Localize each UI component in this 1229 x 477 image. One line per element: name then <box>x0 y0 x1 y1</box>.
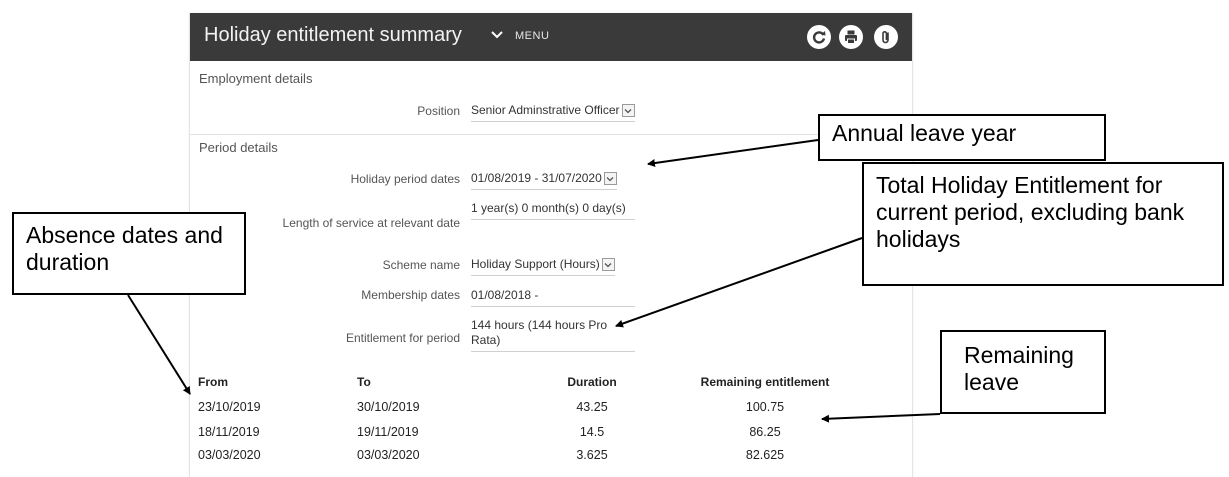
chevron-down-icon[interactable] <box>488 26 506 44</box>
column-header-remaining: Remaining entitlement <box>700 375 830 389</box>
table-cell-remaining: 82.625 <box>745 448 785 462</box>
membership-value: 01/08/2018 - <box>471 288 635 307</box>
column-header-from: From <box>198 375 228 389</box>
remaining-leave-callout: Remaining leave <box>940 330 1106 414</box>
holiday-dates-value: 01/08/2019 - 31/07/2020 <box>471 171 602 185</box>
service-value: 1 year(s) 0 month(s) 0 day(s) <box>471 201 635 220</box>
chevron-down-icon <box>606 176 614 181</box>
absence-arrow <box>127 294 191 395</box>
print-button[interactable] <box>839 25 863 49</box>
table-cell-duration: 14.5 <box>579 425 605 439</box>
position-select[interactable]: Senior Adminstrative Officer <box>471 103 635 122</box>
table-cell-remaining: 100.75 <box>745 400 785 414</box>
position-label: Position <box>417 104 460 118</box>
chevron-down-icon <box>604 262 612 267</box>
holiday-dates-dropdown-button[interactable] <box>603 172 617 185</box>
table-cell-remaining: 86.25 <box>749 425 781 439</box>
table-cell-from: 18/11/2019 <box>198 425 260 439</box>
table-cell-from: 23/10/2019 <box>198 400 261 414</box>
position-value: Senior Adminstrative Officer <box>471 103 620 117</box>
service-label: Length of service at relevant date <box>282 216 460 230</box>
entitlement-value: 144 hours (144 hours Pro Rata) <box>471 318 635 352</box>
absence-callout: Absence dates and duration <box>12 212 246 295</box>
chevron-down-icon <box>624 108 632 113</box>
table-cell-to: 30/10/2019 <box>357 400 420 414</box>
entitlement-label: Entitlement for period <box>345 331 460 345</box>
scheme-dropdown-button[interactable] <box>601 258 615 271</box>
table-cell-to: 03/03/2020 <box>357 448 420 462</box>
column-header-duration: Duration <box>567 375 617 389</box>
print-icon <box>845 30 857 44</box>
employment-section-title: Employment details <box>199 71 313 86</box>
period-section-title: Period details <box>199 140 278 155</box>
membership-label: Membership dates <box>361 288 460 302</box>
section-divider <box>190 134 912 135</box>
attachment-button[interactable] <box>874 25 898 49</box>
column-header-to: To <box>357 375 371 389</box>
holiday-dates-label: Holiday period dates <box>350 172 460 186</box>
menu-button[interactable]: MENU <box>515 30 549 42</box>
scheme-label: Scheme name <box>382 258 460 272</box>
refresh-button[interactable] <box>807 25 831 49</box>
holiday-summary-panel: Holiday entitlement summary MENU Employm… <box>189 13 913 477</box>
annual-leave-callout: Annual leave year <box>818 114 1106 161</box>
refresh-icon <box>812 31 826 44</box>
holiday-dates-select[interactable]: 01/08/2019 - 31/07/2020 <box>471 171 617 190</box>
table-cell-duration: 43.25 <box>576 400 608 414</box>
table-cell-duration: 3.625 <box>576 448 608 462</box>
position-dropdown-button[interactable] <box>621 104 635 117</box>
table-cell-to: 19/11/2019 <box>357 425 419 439</box>
total-entitlement-callout: Total Holiday Entitlement for current pe… <box>862 162 1224 286</box>
app-header: Holiday entitlement summary MENU <box>190 13 912 61</box>
scheme-select[interactable]: Holiday Support (Hours) <box>471 257 615 276</box>
scheme-value: Holiday Support (Hours) <box>471 257 600 271</box>
attachment-icon <box>882 31 889 44</box>
table-cell-from: 03/03/2020 <box>198 448 261 462</box>
page-title: Holiday entitlement summary <box>204 24 462 46</box>
